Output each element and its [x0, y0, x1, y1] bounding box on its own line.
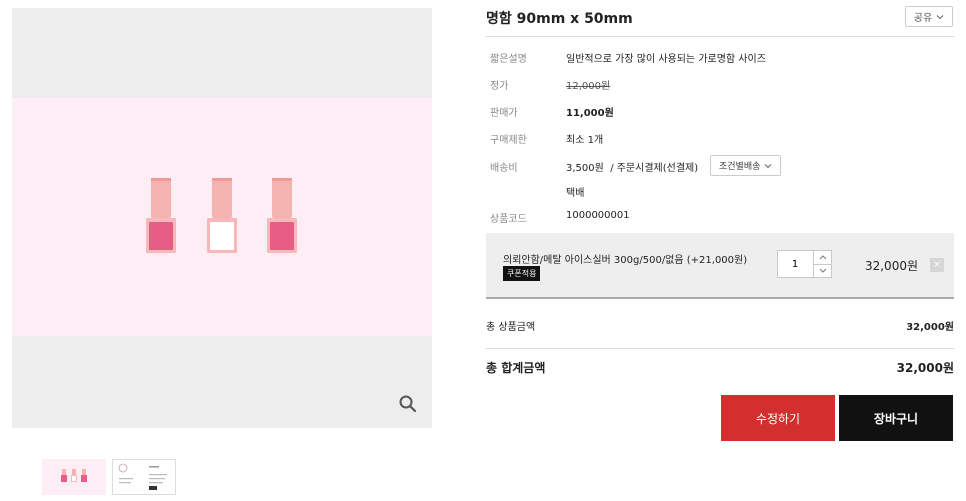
chevron-down-icon: [765, 163, 772, 168]
conditional-shipping-label: 조건별배송: [719, 162, 761, 172]
share-button[interactable]: 공유: [905, 6, 953, 27]
total-label: 총 합계금액: [486, 361, 546, 375]
detail-label: 상품코드: [490, 214, 527, 225]
nail-polish-bottle-pink-1: [146, 178, 176, 256]
shipping-fee: 3,500원 / 주문시결제(선결제): [566, 163, 699, 174]
product-code: 1000000001: [566, 210, 630, 221]
quantity-stepper[interactable]: [777, 250, 832, 278]
divider: [486, 36, 954, 37]
list-price: 12,000원: [566, 81, 611, 92]
add-to-cart-button[interactable]: 장바구니: [839, 395, 953, 441]
conditional-shipping-button[interactable]: 조건별배송: [710, 155, 782, 176]
subtotal-label: 총 상품금액: [486, 322, 536, 333]
detail-value: 최소 1개: [566, 135, 604, 146]
selected-option-box: 의뢰안함/메탈 아이스실버 300g/500/없음 (+21,000원) 쿠폰적…: [486, 233, 954, 299]
chevron-down-icon: [936, 14, 944, 19]
remove-option-button[interactable]: ×: [930, 258, 944, 272]
thumbnail-nail-polish[interactable]: [42, 459, 106, 495]
shipping-payment: / 주문시결제(선결제): [610, 163, 699, 174]
product-main-image: [12, 8, 432, 428]
shipping-method: 택배: [566, 188, 585, 199]
chevron-down-icon: [819, 268, 827, 273]
detail-label: 구매제한: [490, 135, 527, 146]
detail-label: 배송비: [490, 163, 518, 174]
total-value: 32,000원: [896, 361, 954, 375]
quantity-decrease-button[interactable]: [813, 264, 832, 277]
option-price: 32,000원: [864, 259, 918, 273]
coupon-badge[interactable]: 쿠폰적용: [503, 266, 541, 281]
magnifier-icon[interactable]: [398, 394, 418, 414]
chevron-up-icon: [819, 255, 827, 260]
divider: [486, 348, 954, 349]
sale-price: 11,000원: [566, 108, 614, 119]
quantity-increase-button[interactable]: [813, 251, 832, 265]
close-icon: ×: [933, 260, 941, 270]
share-label: 공유: [913, 13, 933, 24]
detail-label: 판매가: [490, 108, 518, 119]
detail-label: 짧은설명: [490, 54, 527, 65]
detail-value: 일반적으로 가장 많이 사용되는 가로명함 사이즈: [566, 54, 766, 65]
detail-label: 정가: [490, 81, 509, 92]
product-title: 명함 90mm x 50mm: [486, 11, 633, 27]
subtotal-value: 32,000원: [906, 322, 954, 333]
thumbnail-business-card[interactable]: [112, 459, 176, 495]
quantity-input[interactable]: [778, 251, 812, 277]
edit-button[interactable]: 수정하기: [721, 395, 835, 441]
nail-polish-bottle-pink-2: [267, 178, 297, 256]
option-name: 의뢰안함/메탈 아이스실버 300g/500/없음 (+21,000원): [503, 255, 748, 266]
nail-polish-bottle-white: [207, 178, 237, 256]
